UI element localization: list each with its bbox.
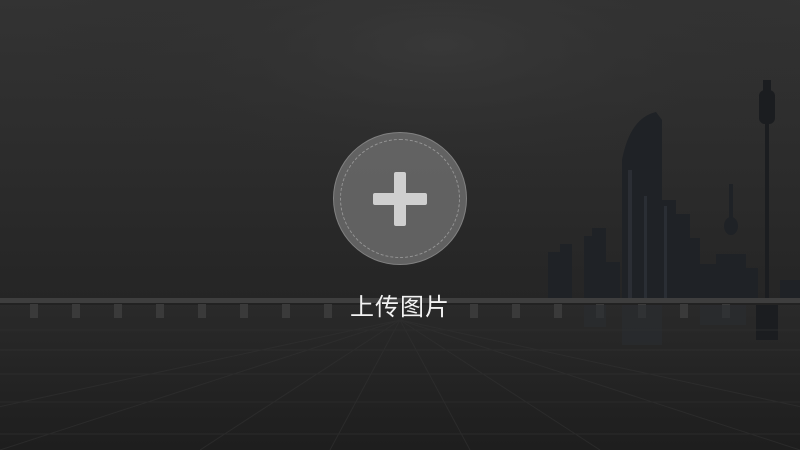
plus-icon — [373, 171, 427, 226]
upload-image-button[interactable]: 上传图片 — [332, 132, 468, 322]
upload-circle[interactable] — [333, 132, 467, 265]
upload-stage: 上传图片 — [0, 0, 800, 450]
upload-label: 上传图片 — [350, 293, 450, 321]
